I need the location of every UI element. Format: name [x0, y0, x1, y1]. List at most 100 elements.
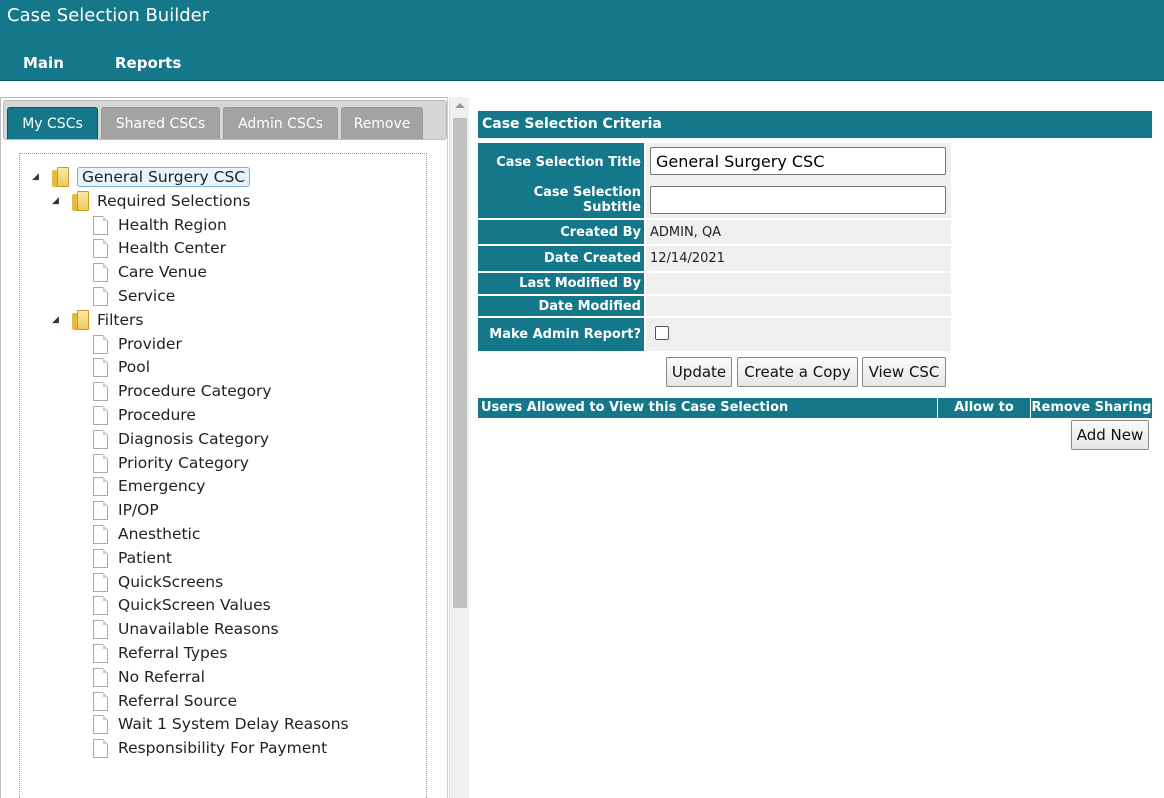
file-icon [93, 714, 108, 734]
tree-node-label: Pool [118, 358, 151, 376]
tree-node-filter-item[interactable]: QuickScreen Values [93, 594, 271, 616]
file-icon [93, 357, 108, 377]
tree-node-root[interactable]: ◢ General Surgery CSC [32, 166, 251, 188]
left-panel-scrollbar[interactable] [449, 97, 469, 798]
tree-node-filter-item[interactable]: Patient [93, 547, 172, 569]
created-by-label: Created By [478, 220, 644, 244]
file-icon [93, 476, 108, 496]
file-icon [93, 524, 108, 544]
tree-node-label: Referral Source [118, 692, 238, 710]
tree-node-label: Diagnosis Category [118, 430, 270, 448]
tree-node-required-item[interactable]: Care Venue [93, 261, 207, 283]
tree-node-filter-item[interactable]: Priority Category [93, 452, 249, 474]
tree-node-label: Patient [118, 549, 172, 567]
tree-node-filter-item[interactable]: Procedure [93, 404, 196, 426]
admin-report-checkbox[interactable] [655, 326, 669, 340]
file-icon [93, 405, 108, 425]
date-modified-value [646, 296, 951, 316]
tree-node-filter-item[interactable]: Unavailable Reasons [93, 618, 279, 640]
tree-node-label: General Surgery CSC [77, 167, 251, 187]
subtitle-label: Case Selection Subtitle [478, 181, 644, 218]
tree-node-label: Referral Types [118, 644, 228, 662]
col-allow-edit: Allow to Edit [937, 398, 1030, 435]
tree-node-label: Service [118, 287, 176, 305]
col-users: Users Allowed to View this Case Selectio… [481, 400, 789, 415]
tree-node-filter-item[interactable]: Referral Types [93, 642, 227, 664]
file-icon [93, 500, 108, 520]
expand-toggle-icon[interactable]: ◢ [52, 315, 62, 325]
file-icon [93, 429, 108, 449]
tree-node-filter-item[interactable]: Responsibility For Payment [93, 737, 327, 759]
date-created-label: Date Created [478, 246, 644, 271]
tree-node-label: QuickScreen Values [118, 596, 271, 614]
tree-node-filter-item[interactable]: Procedure Category [93, 380, 272, 402]
update-button[interactable]: Update [666, 357, 732, 387]
tree-node-label: Emergency [118, 477, 206, 495]
tree-node-label: Procedure [118, 406, 196, 424]
create-copy-button[interactable]: Create a Copy [737, 357, 858, 387]
admin-report-label: Make Admin Report? [478, 318, 644, 351]
tab-my-cscs[interactable]: My CSCs [7, 107, 98, 139]
admin-report-cell [646, 318, 951, 351]
col-remove-sharing: Remove Sharing [1030, 398, 1152, 418]
tree-node-required-item[interactable]: Health Region [93, 214, 227, 236]
folder-icon [52, 167, 70, 187]
file-icon [93, 691, 108, 711]
tree-node-label: Filters [97, 311, 144, 329]
tree-node-filter-item[interactable]: Wait 1 System Delay Reasons [93, 713, 349, 735]
tree-node-required-item[interactable]: Service [93, 285, 175, 307]
date-created-value: 12/14/2021 [646, 246, 951, 271]
tree-node-filter-item[interactable]: Diagnosis Category [93, 428, 269, 450]
tree-node-required-item[interactable]: Health Center [93, 237, 226, 259]
subtitle-input[interactable] [650, 186, 946, 214]
tree-node-label: Responsibility For Payment [118, 739, 328, 757]
app-title: Case Selection Builder [7, 5, 210, 26]
tree-node-filter-item[interactable]: Provider [93, 333, 182, 355]
csc-tree: ◢ General Surgery CSC ◢ Required Selections… [19, 153, 427, 798]
tree-node-label: IP/OP [118, 501, 159, 519]
users-table-header: Users Allowed to View this Case Selectio… [478, 398, 1152, 435]
file-icon [93, 643, 108, 663]
file-icon [93, 215, 108, 235]
tree-node-label: Provider [118, 335, 182, 353]
tree-node-label: Health Region [118, 216, 227, 234]
file-icon [93, 572, 108, 592]
tree-node-filter-item[interactable]: Emergency [93, 475, 205, 497]
title-label: Case Selection Title [478, 143, 644, 181]
tree-node-label: QuickScreens [118, 573, 224, 591]
tree-node-required[interactable]: ◢ Required Selections [52, 190, 250, 212]
tree-node-filter-item[interactable]: Pool [93, 356, 150, 378]
last-modified-by-value [646, 273, 951, 294]
file-icon [93, 619, 108, 639]
tree-node-label: Priority Category [118, 454, 249, 472]
tree-node-label: Procedure Category [118, 382, 272, 400]
tab-admin-cscs[interactable]: Admin CSCs [223, 107, 338, 139]
expand-toggle-icon[interactable]: ◢ [52, 196, 62, 206]
tab-remove[interactable]: Remove [341, 107, 423, 139]
tree-node-label: Health Center [118, 239, 226, 257]
tree-node-filters[interactable]: ◢ Filters [52, 309, 143, 331]
title-input[interactable] [650, 147, 946, 175]
criteria-header: Case Selection Criteria [478, 111, 1152, 138]
tab-shared-cscs[interactable]: Shared CSCs [101, 107, 220, 139]
tree-node-label: Required Selections [97, 192, 251, 210]
view-csc-button[interactable]: View CSC [862, 357, 946, 387]
file-icon [93, 453, 108, 473]
created-by-value: ADMIN, QA [646, 220, 951, 244]
nav-reports[interactable]: Reports [115, 54, 181, 72]
tree-node-label: Unavailable Reasons [118, 620, 279, 638]
scroll-thumb[interactable] [453, 118, 467, 608]
expand-toggle-icon[interactable]: ◢ [32, 172, 42, 182]
tree-node-filter-item[interactable]: IP/OP [93, 499, 159, 521]
tree-node-label: Anesthetic [118, 525, 201, 543]
tree-node-filter-item[interactable]: Anesthetic [93, 523, 200, 545]
file-icon [93, 381, 108, 401]
tree-node-filter-item[interactable]: QuickScreens [93, 571, 223, 593]
tree-node-filter-item[interactable]: No Referral [93, 666, 205, 688]
nav-main[interactable]: Main [23, 54, 64, 72]
add-new-user-button[interactable]: Add New [1071, 420, 1149, 450]
tree-node-filter-item[interactable]: Referral Source [93, 690, 237, 712]
scroll-up-arrow-icon[interactable] [455, 103, 465, 108]
file-icon [93, 334, 108, 354]
app-header: Case Selection Builder Main Reports [0, 0, 1164, 81]
